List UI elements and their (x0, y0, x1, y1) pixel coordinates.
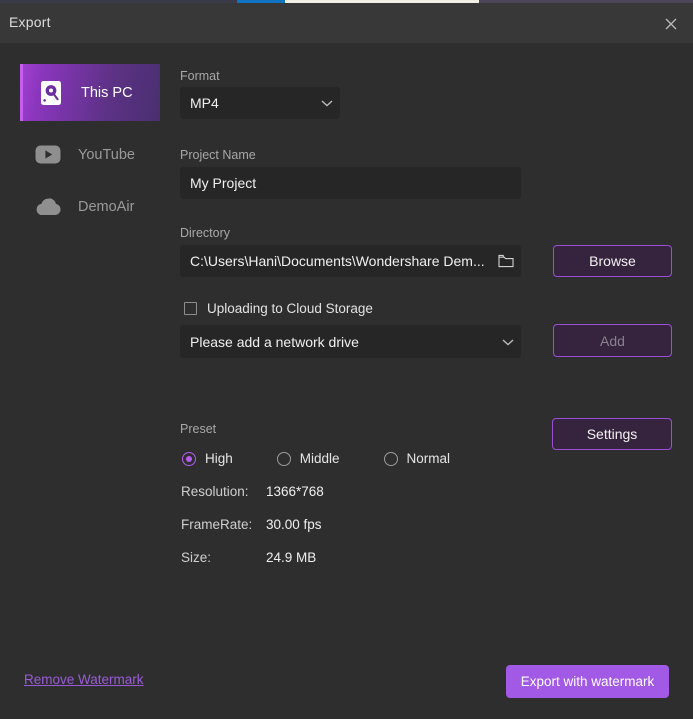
preset-radio-label: High (205, 451, 233, 466)
info-key: FrameRate: (181, 517, 252, 532)
close-icon[interactable] (659, 12, 683, 36)
info-value: 30.00 fps (266, 517, 322, 532)
export-settings-panel: Format MP4 Project Name My Project Direc… (180, 43, 693, 719)
preset-radio-label: Normal (407, 451, 451, 466)
project-name-label: Project Name (180, 148, 256, 162)
export-with-watermark-button[interactable]: Export with watermark (506, 665, 669, 698)
cloud-upload-checkbox-row[interactable]: Uploading to Cloud Storage (184, 301, 373, 316)
radio-dot-icon (182, 452, 196, 466)
network-drive-value: Please add a network drive (180, 334, 495, 350)
preset-radio-normal[interactable]: Normal (384, 451, 451, 466)
info-key: Resolution: (181, 484, 249, 499)
cloud-upload-checkbox-label: Uploading to Cloud Storage (207, 301, 373, 316)
hard-drive-icon (35, 77, 67, 109)
cloud-upload-checkbox[interactable] (184, 302, 197, 315)
chevron-down-icon (495, 338, 521, 346)
dialog-body: This PC YouTube DemoAir Format (0, 43, 693, 719)
preset-radio-group: High Middle Normal (182, 451, 450, 466)
directory-label: Directory (180, 226, 230, 240)
project-name-value: My Project (180, 175, 521, 191)
sidebar-item-label: YouTube (78, 147, 135, 163)
cloud-upload-icon (32, 191, 64, 223)
sidebar-item-this-pc[interactable]: This PC (20, 64, 160, 121)
preset-radio-high[interactable]: High (182, 451, 233, 466)
directory-value: C:\Users\Hani\Documents\Wondershare Dem.… (180, 253, 491, 269)
format-value: MP4 (180, 95, 314, 111)
settings-button[interactable]: Settings (552, 418, 672, 450)
sidebar-item-youtube[interactable]: YouTube (20, 126, 160, 183)
remove-watermark-link[interactable]: Remove Watermark (24, 672, 144, 687)
format-label: Format (180, 69, 220, 83)
project-name-input[interactable]: My Project (180, 167, 521, 199)
info-value: 1366*768 (266, 484, 324, 499)
info-value: 24.9 MB (266, 550, 316, 565)
add-button[interactable]: Add (553, 324, 672, 357)
info-key: Size: (181, 550, 211, 565)
browse-button[interactable]: Browse (553, 245, 672, 277)
folder-icon[interactable] (491, 254, 521, 268)
network-drive-select[interactable]: Please add a network drive (180, 325, 521, 358)
radio-dot-icon (384, 452, 398, 466)
title-bar: Export (0, 3, 693, 43)
sidebar-item-label: DemoAir (78, 199, 134, 215)
format-select[interactable]: MP4 (180, 87, 340, 119)
preset-radio-middle[interactable]: Middle (277, 451, 340, 466)
preset-label: Preset (180, 422, 216, 436)
directory-input[interactable]: C:\Users\Hani\Documents\Wondershare Dem.… (180, 245, 521, 277)
window-title: Export (9, 14, 51, 30)
sidebar-item-demoair[interactable]: DemoAir (20, 178, 160, 235)
sidebar: This PC YouTube DemoAir (0, 43, 180, 643)
youtube-icon (32, 139, 64, 171)
sidebar-item-label: This PC (81, 85, 133, 101)
radio-dot-icon (277, 452, 291, 466)
chevron-down-icon (314, 99, 340, 107)
preset-radio-label: Middle (300, 451, 340, 466)
